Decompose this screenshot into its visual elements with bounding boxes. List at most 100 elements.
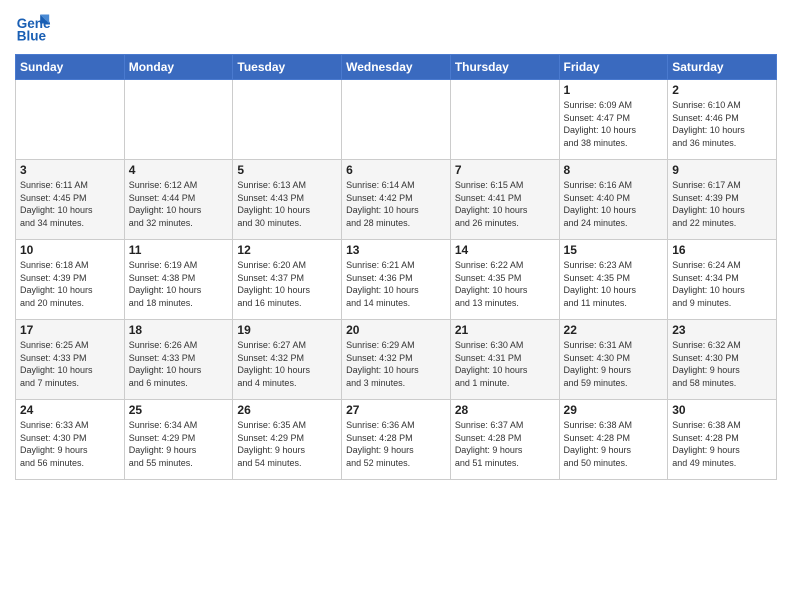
day-info: Sunrise: 6:38 AM Sunset: 4:28 PM Dayligh… [672,419,772,469]
day-number: 7 [455,163,555,177]
day-cell: 20Sunrise: 6:29 AM Sunset: 4:32 PM Dayli… [342,320,451,400]
day-number: 30 [672,403,772,417]
day-info: Sunrise: 6:35 AM Sunset: 4:29 PM Dayligh… [237,419,337,469]
day-cell: 14Sunrise: 6:22 AM Sunset: 4:35 PM Dayli… [450,240,559,320]
day-info: Sunrise: 6:09 AM Sunset: 4:47 PM Dayligh… [564,99,664,149]
day-number: 18 [129,323,229,337]
day-info: Sunrise: 6:18 AM Sunset: 4:39 PM Dayligh… [20,259,120,309]
day-cell: 16 Sunrise: 6:24 AM Sunset: 4:34 PM Dayli… [668,240,777,320]
weekday-header-monday: Monday [124,55,233,80]
day-number: 25 [129,403,229,417]
day-cell: 11 Sunrise: 6:19 AM Sunset: 4:38 PM Dayli… [124,240,233,320]
weekday-header-thursday: Thursday [450,55,559,80]
day-info: Sunrise: 6:37 AM Sunset: 4:28 PM Dayligh… [455,419,555,469]
day-info: Sunrise: 6:23 AM Sunset: 4:35 PM Dayligh… [564,259,664,309]
day-cell: 10Sunrise: 6:18 AM Sunset: 4:39 PM Dayli… [16,240,125,320]
day-number: 5 [237,163,337,177]
svg-text:Blue: Blue [17,29,47,44]
day-cell: 6 Sunrise: 6:14 AM Sunset: 4:42 PM Daylig… [342,160,451,240]
day-number: 26 [237,403,337,417]
day-number: 21 [455,323,555,337]
day-info: Sunrise: 6:11 AM Sunset: 4:45 PM Dayligh… [20,179,120,229]
day-cell: 25 Sunrise: 6:34 AM Sunset: 4:29 PM Dayli… [124,400,233,480]
day-cell [450,80,559,160]
day-info: Sunrise: 6:17 AM Sunset: 4:39 PM Dayligh… [672,179,772,229]
week-row-2: 3 Sunrise: 6:11 AM Sunset: 4:45 PM Daylig… [16,160,777,240]
week-row-4: 17Sunrise: 6:25 AM Sunset: 4:33 PM Dayli… [16,320,777,400]
day-cell [124,80,233,160]
day-number: 24 [20,403,120,417]
day-number: 3 [20,163,120,177]
weekday-header-tuesday: Tuesday [233,55,342,80]
day-cell: 24 Sunrise: 6:33 AM Sunset: 4:30 PM Dayli… [16,400,125,480]
day-info: Sunrise: 6:32 AM Sunset: 4:30 PM Dayligh… [672,339,772,389]
day-number: 13 [346,243,446,257]
day-info: Sunrise: 6:10 AM Sunset: 4:46 PM Dayligh… [672,99,772,149]
header: General Blue [15,10,777,46]
day-info: Sunrise: 6:15 AM Sunset: 4:41 PM Dayligh… [455,179,555,229]
day-cell [16,80,125,160]
day-info: Sunrise: 6:38 AM Sunset: 4:28 PM Dayligh… [564,419,664,469]
weekday-header-sunday: Sunday [16,55,125,80]
day-info: Sunrise: 6:27 AM Sunset: 4:32 PM Dayligh… [237,339,337,389]
day-number: 9 [672,163,772,177]
day-info: Sunrise: 6:26 AM Sunset: 4:33 PM Dayligh… [129,339,229,389]
day-cell: 18 Sunrise: 6:26 AM Sunset: 4:33 PM Dayli… [124,320,233,400]
day-number: 29 [564,403,664,417]
day-cell: 19 Sunrise: 6:27 AM Sunset: 4:32 PM Dayli… [233,320,342,400]
day-number: 12 [237,243,337,257]
weekday-header-wednesday: Wednesday [342,55,451,80]
day-cell: 13 Sunrise: 6:21 AM Sunset: 4:36 PM Dayli… [342,240,451,320]
day-info: Sunrise: 6:34 AM Sunset: 4:29 PM Dayligh… [129,419,229,469]
day-info: Sunrise: 6:22 AM Sunset: 4:35 PM Dayligh… [455,259,555,309]
day-info: Sunrise: 6:12 AM Sunset: 4:44 PM Dayligh… [129,179,229,229]
day-cell: 1 Sunrise: 6:09 AM Sunset: 4:47 PM Daylig… [559,80,668,160]
day-cell: 17Sunrise: 6:25 AM Sunset: 4:33 PM Dayli… [16,320,125,400]
day-info: Sunrise: 6:13 AM Sunset: 4:43 PM Dayligh… [237,179,337,229]
day-info: Sunrise: 6:19 AM Sunset: 4:38 PM Dayligh… [129,259,229,309]
week-row-1: 1 Sunrise: 6:09 AM Sunset: 4:47 PM Daylig… [16,80,777,160]
day-cell [233,80,342,160]
day-cell: 26 Sunrise: 6:35 AM Sunset: 4:29 PM Dayli… [233,400,342,480]
day-cell: 12Sunrise: 6:20 AM Sunset: 4:37 PM Dayli… [233,240,342,320]
day-cell: 2 Sunrise: 6:10 AM Sunset: 4:46 PM Daylig… [668,80,777,160]
day-number: 8 [564,163,664,177]
day-number: 22 [564,323,664,337]
day-info: Sunrise: 6:14 AM Sunset: 4:42 PM Dayligh… [346,179,446,229]
day-cell: 30 Sunrise: 6:38 AM Sunset: 4:28 PM Dayli… [668,400,777,480]
day-number: 11 [129,243,229,257]
day-info: Sunrise: 6:24 AM Sunset: 4:34 PM Dayligh… [672,259,772,309]
day-info: Sunrise: 6:21 AM Sunset: 4:36 PM Dayligh… [346,259,446,309]
day-info: Sunrise: 6:31 AM Sunset: 4:30 PM Dayligh… [564,339,664,389]
day-cell: 8 Sunrise: 6:16 AM Sunset: 4:40 PM Daylig… [559,160,668,240]
day-number: 17 [20,323,120,337]
day-cell: 5 Sunrise: 6:13 AM Sunset: 4:43 PM Daylig… [233,160,342,240]
weekday-header-row: SundayMondayTuesdayWednesdayThursdayFrid… [16,55,777,80]
day-cell: 9 Sunrise: 6:17 AM Sunset: 4:39 PM Daylig… [668,160,777,240]
logo-icon: General Blue [15,10,51,46]
day-cell: 15 Sunrise: 6:23 AM Sunset: 4:35 PM Dayli… [559,240,668,320]
day-cell: 21Sunrise: 6:30 AM Sunset: 4:31 PM Dayli… [450,320,559,400]
day-number: 2 [672,83,772,97]
day-cell: 4 Sunrise: 6:12 AM Sunset: 4:44 PM Daylig… [124,160,233,240]
logo: General Blue [15,10,55,46]
day-info: Sunrise: 6:33 AM Sunset: 4:30 PM Dayligh… [20,419,120,469]
day-cell [342,80,451,160]
day-number: 19 [237,323,337,337]
day-cell: 28 Sunrise: 6:37 AM Sunset: 4:28 PM Dayli… [450,400,559,480]
day-cell: 23 Sunrise: 6:32 AM Sunset: 4:30 PM Dayli… [668,320,777,400]
weekday-header-saturday: Saturday [668,55,777,80]
day-number: 20 [346,323,446,337]
day-number: 4 [129,163,229,177]
day-number: 16 [672,243,772,257]
day-number: 6 [346,163,446,177]
calendar-page: General Blue SundayMondayTuesdayWednesda… [0,0,792,612]
day-number: 23 [672,323,772,337]
day-info: Sunrise: 6:36 AM Sunset: 4:28 PM Dayligh… [346,419,446,469]
day-number: 28 [455,403,555,417]
day-info: Sunrise: 6:16 AM Sunset: 4:40 PM Dayligh… [564,179,664,229]
day-cell: 22 Sunrise: 6:31 AM Sunset: 4:30 PM Dayli… [559,320,668,400]
day-number: 1 [564,83,664,97]
day-number: 15 [564,243,664,257]
calendar-table: SundayMondayTuesdayWednesdayThursdayFrid… [15,54,777,480]
